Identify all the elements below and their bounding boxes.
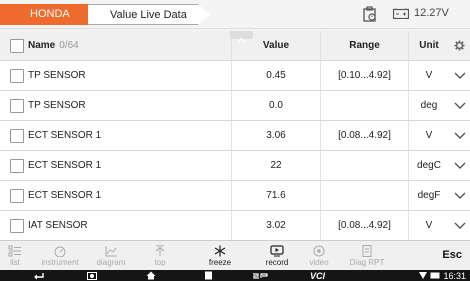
report-icon — [362, 245, 372, 257]
bottom-toolbar: list instrument diagram top freeze recor… — [0, 240, 470, 270]
message-icon — [430, 272, 440, 279]
home-icon[interactable] — [146, 270, 156, 281]
chevron-down-icon[interactable] — [449, 151, 470, 180]
instrument-button[interactable]: instrument — [34, 241, 86, 271]
wifi-icon — [419, 272, 428, 279]
table-row[interactable]: ECT SENSOR 1 71.6 degF — [0, 181, 470, 211]
video-label: video — [309, 258, 329, 267]
video-button[interactable]: video — [302, 241, 336, 271]
top-label: top — [154, 258, 166, 267]
move-top-icon — [155, 245, 165, 256]
row-name: TP SENSOR — [0, 91, 232, 120]
settings-gear-icon[interactable] — [449, 31, 470, 60]
freeze-label: freeze — [208, 258, 232, 267]
row-value: 3.02 — [232, 211, 321, 240]
recent-apps-icon[interactable] — [204, 270, 213, 281]
table-row[interactable]: ECT SENSOR 1 3.06 [0.08...4.92] V — [0, 121, 470, 151]
row-value: 3.06 — [232, 121, 321, 150]
chart-icon — [105, 246, 117, 257]
top-button[interactable]: top — [136, 241, 184, 271]
row-value: 0.45 — [232, 61, 321, 90]
row-name: ECT SENSOR 1 — [0, 181, 232, 210]
row-range: [0.08...4.92] — [321, 211, 409, 240]
instrument-label: instrument — [41, 258, 79, 267]
top-bar: HONDA Value Live Data 12.27V — [0, 0, 470, 29]
list-icon — [8, 245, 21, 257]
list-label: list — [10, 258, 20, 267]
row-range: [0.10...4.92] — [321, 61, 409, 90]
row-unit: V — [425, 70, 433, 81]
screenshot-icon[interactable] — [87, 270, 97, 281]
chevron-down-icon[interactable] — [449, 121, 470, 150]
gauge-icon — [54, 246, 66, 257]
table-row[interactable]: TP SENSOR 0.0 deg — [0, 91, 470, 121]
row-range — [321, 91, 409, 120]
snowflake-icon — [214, 245, 226, 257]
back-icon[interactable] — [34, 270, 44, 281]
report-icon[interactable] — [363, 6, 377, 22]
row-unit: deg — [420, 100, 438, 111]
chevron-down-icon[interactable] — [449, 211, 470, 240]
link-icon — [252, 270, 268, 281]
row-value: 71.6 — [232, 181, 321, 210]
row-value: 22 — [232, 151, 321, 180]
diag-rpt-label: Diag RPT — [349, 258, 385, 267]
diagram-button[interactable]: diagram — [90, 241, 132, 271]
battery-icon — [393, 8, 409, 19]
table-row[interactable]: TP SENSOR 0.45 [0.10...4.92] V — [0, 61, 470, 91]
row-value: 0.0 — [232, 91, 321, 120]
voltage-readout: 12.27V — [414, 7, 449, 19]
row-unit: V — [425, 130, 433, 141]
diag-rpt-button[interactable]: Diag RPT — [340, 241, 394, 271]
scroll-handle[interactable] — [230, 31, 253, 43]
record-button[interactable]: record — [254, 241, 300, 271]
row-range — [321, 151, 409, 180]
row-unit: degF — [417, 190, 441, 201]
diagram-label: diagram — [96, 258, 126, 267]
list-button[interactable]: list — [0, 241, 30, 271]
clock: 16:31 — [443, 270, 466, 281]
row-name: IAT SENSOR — [0, 211, 232, 240]
live-data-table: Name 0/64 Value Range Unit TP SENSOR 0.45… — [0, 31, 470, 241]
selected-count: 0/64 — [59, 40, 79, 51]
vci-label: VCI — [310, 270, 326, 281]
table-row[interactable]: ECT SENSOR 1 22 degC — [0, 151, 470, 181]
header-unit: Unit — [419, 40, 439, 51]
freeze-button[interactable]: freeze — [190, 241, 250, 271]
row-name: TP SENSOR — [0, 61, 232, 90]
system-nav-bar: VCI 16:31 — [0, 270, 470, 281]
table-row[interactable]: IAT SENSOR 3.02 [0.08...4.92] V — [0, 211, 470, 241]
header-name: Name — [28, 40, 56, 51]
row-unit: degC — [417, 160, 441, 171]
row-unit: V — [425, 220, 433, 231]
esc-button[interactable]: Esc — [442, 249, 462, 261]
chevron-down-icon[interactable] — [449, 61, 470, 90]
chevron-down-icon[interactable] — [449, 91, 470, 120]
tab-value-live-data[interactable]: Value Live Data — [88, 4, 210, 25]
video-icon — [313, 245, 325, 257]
row-range: [0.08...4.92] — [321, 121, 409, 150]
row-range — [321, 181, 409, 210]
record-label: record — [265, 258, 289, 267]
record-icon — [270, 245, 284, 257]
header-range: Range — [321, 31, 409, 60]
row-name: ECT SENSOR 1 — [0, 121, 232, 150]
chevron-down-icon[interactable] — [449, 181, 470, 210]
row-name: ECT SENSOR 1 — [0, 151, 232, 180]
status-area: 16:31 — [419, 270, 466, 281]
